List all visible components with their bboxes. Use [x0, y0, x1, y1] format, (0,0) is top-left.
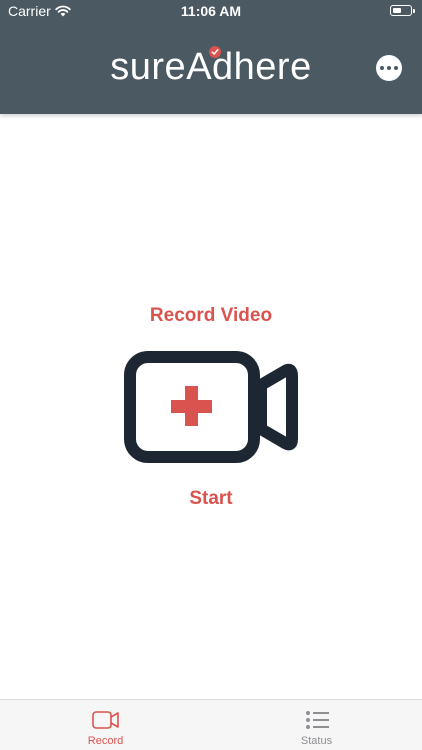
battery-icon — [390, 5, 415, 16]
tab-record-label: Record — [87, 735, 124, 747]
tab-record[interactable]: Record — [0, 700, 211, 750]
more-options-icon-dot — [394, 66, 398, 70]
clock: 11:06 AM — [180, 3, 242, 19]
video-camera-plus-icon — [124, 351, 298, 463]
record-video-title: Record Video — [149, 305, 273, 326]
more-options-icon-dot — [387, 66, 391, 70]
status-bar: Carrier 11:06 AM — [0, 0, 422, 22]
video-camera-icon — [91, 711, 119, 729]
more-options-button[interactable] — [376, 55, 402, 81]
tab-status-label: Status — [300, 735, 333, 747]
tab-bar: Record Status — [0, 699, 422, 750]
start-button[interactable]: Start — [0, 488, 422, 510]
record-video-button[interactable] — [120, 348, 302, 468]
app-screen: Carrier 11:06 AM sureAdhere Record Video… — [0, 0, 422, 750]
app-header: Carrier 11:06 AM sureAdhere — [0, 0, 422, 114]
list-icon — [305, 711, 329, 729]
more-options-icon — [380, 66, 384, 70]
battery-level — [392, 7, 401, 13]
tab-status[interactable]: Status — [211, 700, 422, 750]
app-logo: sureAdhere — [0, 44, 422, 90]
